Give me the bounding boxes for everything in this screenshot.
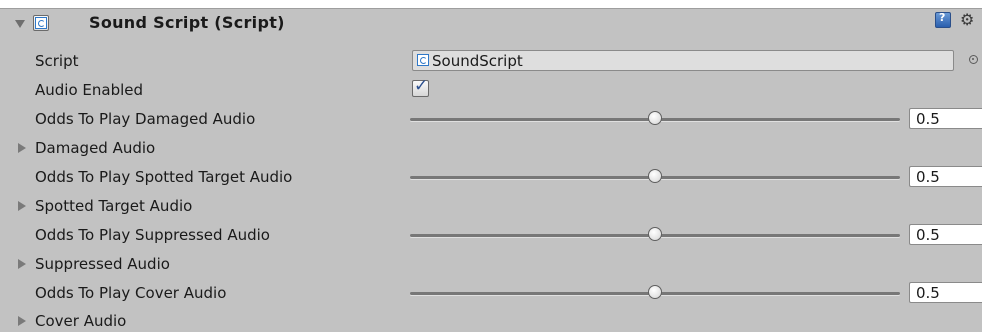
gear-icon[interactable]: ⚙ (960, 10, 974, 30)
script-icon (417, 54, 429, 66)
cover-audio-foldout[interactable]: Cover Audio (0, 311, 982, 332)
spotted-target-odds-row: Odds To Play Spotted Target Audio 0.5 (0, 166, 982, 193)
chevron-down-icon[interactable] (15, 20, 25, 28)
inspector-panel: Sound Script (Script) ⚙ Script SoundScri… (0, 0, 982, 332)
component-enabled-toggle[interactable] (33, 15, 49, 31)
damaged-odds-slider-thumb[interactable] (648, 111, 662, 125)
chevron-right-icon[interactable] (18, 316, 26, 326)
audio-enabled-label: Audio Enabled (35, 81, 144, 99)
suppressed-odds-label: Odds To Play Suppressed Audio (35, 226, 270, 244)
damaged-audio-foldout[interactable]: Damaged Audio (0, 138, 982, 164)
script-icon (35, 17, 47, 29)
cover-odds-slider-thumb[interactable] (648, 285, 662, 299)
cover-odds-label: Odds To Play Cover Audio (35, 284, 227, 302)
component-header[interactable]: Sound Script (Script) ⚙ (0, 10, 982, 46)
suppressed-odds-input[interactable]: 0.5 (909, 224, 982, 245)
help-icon[interactable] (935, 11, 951, 28)
script-label: Script (35, 52, 79, 70)
spotted-target-odds-slider-thumb[interactable] (648, 169, 662, 183)
damaged-odds-row: Odds To Play Damaged Audio 0.5 (0, 108, 982, 135)
spotted-target-odds-input[interactable]: 0.5 (909, 166, 982, 187)
spotted-target-odds-label: Odds To Play Spotted Target Audio (35, 168, 293, 186)
damaged-audio-label: Damaged Audio (35, 139, 156, 157)
cover-odds-row: Odds To Play Cover Audio 0.5 (0, 282, 982, 309)
spotted-target-audio-label: Spotted Target Audio (35, 197, 193, 215)
script-value: SoundScript (432, 52, 523, 70)
suppressed-audio-label: Suppressed Audio (35, 255, 170, 273)
cover-odds-input[interactable]: 0.5 (909, 282, 982, 303)
suppressed-audio-foldout[interactable]: Suppressed Audio (0, 254, 982, 280)
chevron-right-icon[interactable] (18, 143, 26, 153)
checkmark-icon: ✓ (414, 76, 429, 96)
script-object-field[interactable]: SoundScript (412, 50, 954, 71)
script-row: Script SoundScript (0, 50, 982, 77)
damaged-odds-input[interactable]: 0.5 (909, 108, 982, 129)
spotted-target-audio-foldout[interactable]: Spotted Target Audio (0, 196, 982, 222)
audio-enabled-checkbox[interactable]: ✓ (412, 76, 429, 97)
chevron-right-icon[interactable] (18, 259, 26, 269)
cover-audio-label: Cover Audio (35, 312, 127, 330)
suppressed-odds-slider-thumb[interactable] (648, 227, 662, 241)
component-title: Sound Script (Script) (89, 13, 285, 32)
top-strip (0, 0, 982, 8)
suppressed-odds-row: Odds To Play Suppressed Audio 0.5 (0, 224, 982, 251)
object-picker-icon[interactable] (969, 55, 978, 64)
top-divider (0, 8, 982, 9)
damaged-odds-label: Odds To Play Damaged Audio (35, 110, 256, 128)
chevron-right-icon[interactable] (18, 201, 26, 211)
audio-enabled-row: Audio Enabled ✓ (0, 76, 982, 106)
